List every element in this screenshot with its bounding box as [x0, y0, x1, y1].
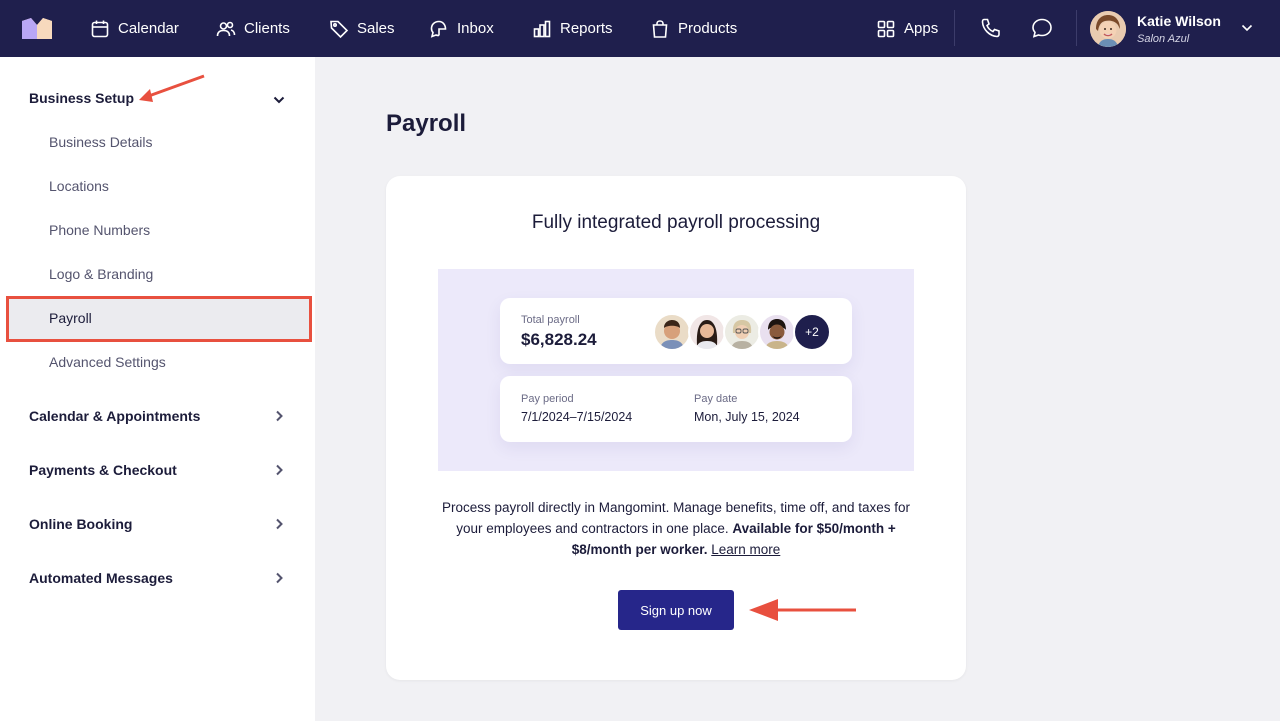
nav-divider: [954, 10, 955, 46]
sidebar-section-payments-checkout[interactable]: Payments & Checkout: [29, 462, 177, 478]
inbox-icon: [430, 20, 447, 38]
more-employees-badge: +2: [793, 313, 831, 351]
mangomint-logo[interactable]: [22, 18, 52, 39]
employee-avatar: [723, 313, 761, 351]
nav-label: Reports: [560, 20, 613, 37]
nav-label: Products: [678, 20, 738, 37]
user-avatar[interactable]: [1090, 11, 1126, 47]
chat-bubble-icon: [1032, 18, 1052, 38]
total-payroll-label: Total payroll: [521, 314, 580, 326]
sidebar-section-online-booking[interactable]: Online Booking: [29, 516, 132, 532]
chevron-down-icon[interactable]: [272, 93, 286, 107]
employee-avatar: [688, 313, 726, 351]
top-nav-bar: Calendar Clients Sales Inbox Reports Pro…: [0, 0, 1280, 57]
nav-label: Inbox: [457, 20, 494, 37]
chevron-down-icon[interactable]: [1240, 21, 1254, 35]
sidebar-item-business-details[interactable]: Business Details: [49, 134, 153, 150]
apps-grid-icon: [877, 20, 895, 37]
pay-date-label: Pay date: [694, 393, 738, 405]
sidebar-item-locations[interactable]: Locations: [49, 178, 109, 194]
calendar-icon: [91, 20, 109, 37]
payroll-description: Process payroll directly in Mangomint. M…: [438, 497, 914, 560]
settings-sidebar: Business Setup Business Details Location…: [0, 57, 315, 721]
employee-avatar: [758, 313, 796, 351]
sidebar-item-payroll[interactable]: Payroll: [49, 310, 92, 326]
reports-icon: [533, 20, 551, 37]
nav-reports[interactable]: Reports: [532, 0, 613, 57]
sidebar-section-business-setup[interactable]: Business Setup: [29, 90, 134, 106]
nav-divider: [1076, 10, 1077, 46]
pay-period-card: [500, 376, 852, 442]
sidebar-section-calendar-appointments[interactable]: Calendar & Appointments: [29, 408, 200, 424]
pay-period-value: 7/1/2024–7/15/2024: [521, 410, 633, 424]
sign-up-button[interactable]: Sign up now: [618, 590, 734, 630]
nav-calendar[interactable]: Calendar: [90, 0, 179, 57]
clients-icon: [216, 21, 236, 36]
phone-icon: [981, 18, 1000, 38]
user-location: Salon Azul: [1137, 33, 1190, 45]
sidebar-item-advanced-settings[interactable]: Advanced Settings: [49, 354, 166, 370]
phone-button[interactable]: [979, 16, 1003, 40]
chevron-right-icon[interactable]: [272, 571, 286, 585]
sidebar-item-logo-branding[interactable]: Logo & Branding: [49, 266, 153, 282]
tag-icon: [330, 20, 349, 38]
nav-label: Apps: [904, 20, 939, 37]
pay-period-label: Pay period: [521, 393, 574, 405]
chat-button[interactable]: [1030, 16, 1054, 40]
user-avatar-image: [1090, 11, 1126, 47]
bag-icon: [652, 19, 668, 38]
user-name[interactable]: Katie Wilson: [1137, 13, 1221, 29]
nav-apps[interactable]: Apps: [876, 0, 938, 57]
nav-products[interactable]: Products: [650, 0, 737, 57]
nav-label: Sales: [357, 20, 395, 37]
annotation-arrow-icon: [749, 599, 856, 621]
pay-date-value: Mon, July 15, 2024: [694, 410, 800, 424]
chevron-right-icon[interactable]: [272, 517, 286, 531]
annotation-arrow-icon: [139, 74, 205, 102]
learn-more-link[interactable]: Learn more: [711, 542, 780, 557]
nav-inbox[interactable]: Inbox: [429, 0, 494, 57]
nav-clients[interactable]: Clients: [216, 0, 290, 57]
employee-avatar: [653, 313, 691, 351]
chevron-right-icon[interactable]: [272, 463, 286, 477]
nav-label: Calendar: [118, 20, 179, 37]
nav-label: Clients: [244, 20, 290, 37]
card-title: Fully integrated payroll processing: [531, 212, 821, 233]
sidebar-section-automated-messages[interactable]: Automated Messages: [29, 570, 173, 586]
chevron-right-icon[interactable]: [272, 409, 286, 423]
page-title: Payroll: [386, 110, 467, 137]
nav-sales[interactable]: Sales: [329, 0, 395, 57]
total-payroll-value: $6,828.24: [521, 330, 597, 349]
